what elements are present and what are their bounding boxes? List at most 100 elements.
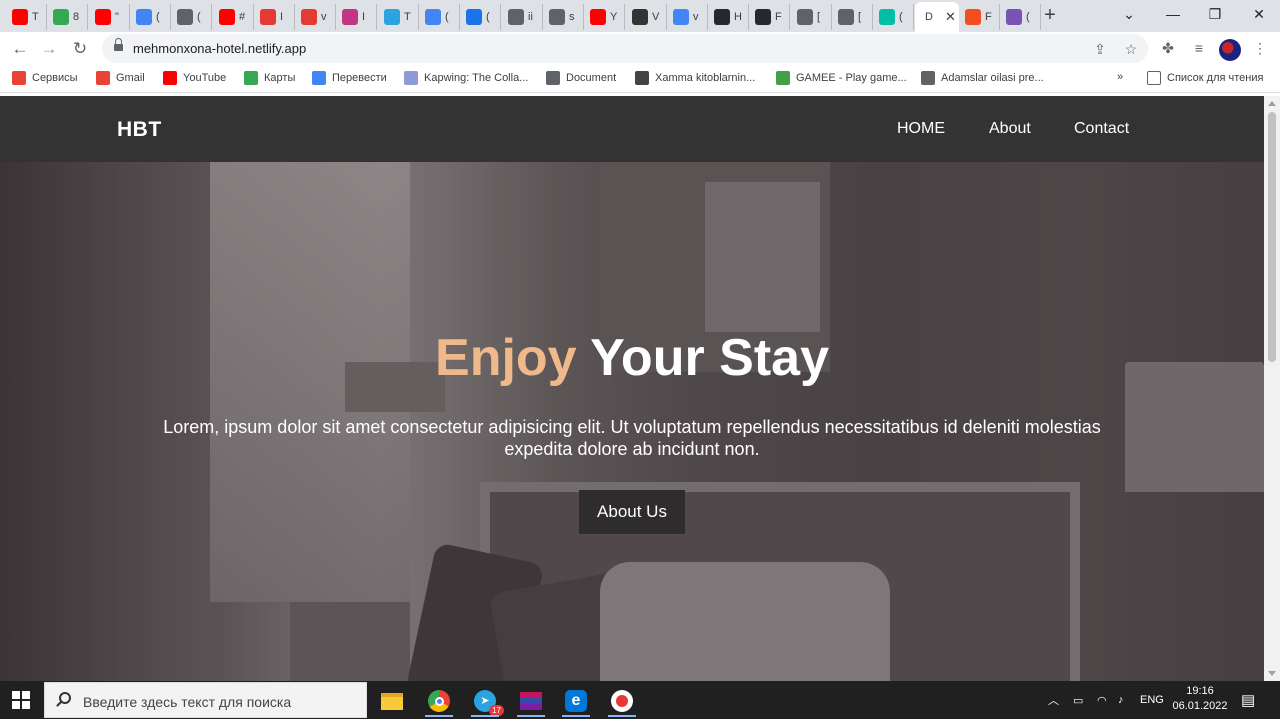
scrollbar-thumb[interactable] xyxy=(1268,112,1276,362)
browser-tab[interactable]: I xyxy=(254,4,295,30)
browser-tab[interactable]: ( xyxy=(419,4,460,30)
taskbar: Введите здесь текст для поиска ➤ 17 e ︿ … xyxy=(0,681,1280,719)
browser-tab[interactable]: T xyxy=(378,4,419,30)
browser-tab[interactable]: v xyxy=(667,4,708,30)
bookmark-item[interactable]: Сервисы xyxy=(12,71,78,85)
recorder-icon[interactable] xyxy=(602,685,642,717)
media-control-icon[interactable]: ≡ xyxy=(1191,40,1207,56)
chat-icon xyxy=(425,9,441,25)
browser-tab[interactable]: ( xyxy=(130,4,171,30)
browser-tab[interactable]: H xyxy=(708,4,749,30)
address-bar[interactable]: mehmonxona-hotel.netlify.app ⇪ ☆ xyxy=(102,34,1148,63)
close-window-button[interactable]: ✕ xyxy=(1249,4,1269,24)
profile-avatar[interactable] xyxy=(1219,39,1241,61)
wifi-icon[interactable]: ◠ xyxy=(1097,681,1107,719)
browser-tab[interactable]: [ xyxy=(791,4,832,30)
file-explorer-icon[interactable] xyxy=(372,685,412,717)
nav-link-home[interactable]: HOME xyxy=(897,120,945,138)
edge-legacy-icon[interactable]: e xyxy=(556,685,596,717)
bookmark-label: Карты xyxy=(264,72,296,84)
minimize-button[interactable]: — xyxy=(1163,4,1183,24)
bookmark-label: GAMEE - Play game... xyxy=(796,72,907,84)
tab-title: [ xyxy=(817,11,821,23)
toolbar: ← → ↻ mehmonxona-hotel.netlify.app ⇪ ☆ ✤… xyxy=(0,32,1280,65)
document-icon xyxy=(177,9,193,25)
hero-description: Lorem, ipsum dolor sit amet consectetur … xyxy=(163,417,1101,459)
site-logo[interactable]: HBT xyxy=(117,118,162,142)
browser-tab[interactable]: F xyxy=(959,4,1000,30)
language-indicator[interactable]: ENG xyxy=(1140,681,1164,719)
reload-icon[interactable]: ↻ xyxy=(69,38,91,60)
browser-tab[interactable]: v xyxy=(295,4,336,30)
new-tab-button[interactable]: + xyxy=(1040,5,1060,25)
hero-title-accent: Enjoy xyxy=(435,329,577,387)
windows-start-icon[interactable] xyxy=(12,691,30,709)
browser-tab[interactable]: # xyxy=(213,4,254,30)
bookmark-item[interactable]: YouTube xyxy=(163,71,226,85)
bookmark-item[interactable]: Document xyxy=(546,71,616,85)
scroll-up-arrow-icon[interactable] xyxy=(1268,101,1276,106)
bookmark-item[interactable]: Перевести xyxy=(312,71,387,85)
browser-tab[interactable]: " xyxy=(89,4,130,30)
browser-tab[interactable]: T xyxy=(6,4,47,30)
restore-button[interactable]: ❐ xyxy=(1205,4,1225,24)
taskbar-search-box[interactable]: Введите здесь текст для поиска xyxy=(44,682,367,718)
tab-title: ( xyxy=(445,11,449,23)
nav-link-contact[interactable]: Contact xyxy=(1074,120,1129,138)
about-us-button[interactable]: About Us xyxy=(579,490,685,534)
browser-tab[interactable]: s xyxy=(543,4,584,30)
tab-title: T xyxy=(32,11,39,23)
close-tab-icon[interactable]: ✕ xyxy=(945,9,956,25)
tab-title: s xyxy=(569,11,575,23)
winrar-icon[interactable] xyxy=(511,685,551,717)
forward-arrow-icon[interactable]: → xyxy=(38,38,60,60)
taskbar-search-placeholder: Введите здесь текст для поиска xyxy=(83,694,292,710)
bookmark-star-icon[interactable]: ☆ xyxy=(1123,41,1139,57)
tab-title: V xyxy=(652,11,660,23)
tab-title: [ xyxy=(858,11,862,23)
bookmark-item[interactable]: Kapwing: The Colla... xyxy=(404,71,528,85)
browser-tab[interactable]: 8 xyxy=(47,4,88,30)
tab-title: T xyxy=(404,11,411,23)
telegram-badge: 17 xyxy=(489,705,504,716)
browser-tab[interactable]: Y xyxy=(584,4,625,30)
gmail-icon xyxy=(96,71,110,85)
tab-search-icon[interactable]: ⌄ xyxy=(1119,4,1139,24)
scroll-down-arrow-icon[interactable] xyxy=(1268,671,1276,676)
menu-kebab-icon[interactable]: ⋮ xyxy=(1252,40,1268,56)
github-icon xyxy=(714,9,730,25)
browser-tab[interactable]: ii xyxy=(502,4,543,30)
apps-grid-icon xyxy=(12,71,26,85)
page-scrollbar[interactable] xyxy=(1264,96,1280,681)
bookmark-item[interactable]: Gmail xyxy=(96,71,145,85)
browser-tab[interactable]: F xyxy=(749,4,790,30)
telegram-icon[interactable]: ➤ 17 xyxy=(465,685,505,717)
browser-tab[interactable]: [ xyxy=(832,4,873,30)
bookmarks-more-button[interactable]: » xyxy=(1117,71,1123,83)
browser-tab[interactable]: ( xyxy=(873,4,914,30)
bookmark-item[interactable]: GAMEE - Play game... xyxy=(776,71,907,85)
battery-icon[interactable]: ▭ xyxy=(1073,681,1083,719)
extensions-puzzle-icon[interactable]: ✤ xyxy=(1160,40,1176,56)
browser-tab[interactable]: ( xyxy=(1000,4,1041,30)
reading-list-button[interactable]: Список для чтения xyxy=(1147,71,1263,85)
chrome-icon[interactable] xyxy=(419,685,459,717)
nav-link-about[interactable]: About xyxy=(989,120,1031,138)
system-clock[interactable]: 19:16 06.01.2022 xyxy=(1170,684,1230,714)
bookmark-item[interactable]: Xamma kitoblarnin... xyxy=(635,71,755,85)
browser-tab[interactable]: I xyxy=(336,4,377,30)
tray-chevron-icon[interactable]: ︿ xyxy=(1048,681,1059,719)
globe-icon xyxy=(838,9,854,25)
browser-tab[interactable]: V xyxy=(626,4,667,30)
browser-tab[interactable]: ( xyxy=(171,4,212,30)
browser-tab[interactable]: ( xyxy=(460,4,501,30)
bookmark-item[interactable]: Карты xyxy=(244,71,295,85)
tab-title: ( xyxy=(197,11,201,23)
back-arrow-icon[interactable]: ← xyxy=(9,38,31,60)
share-icon[interactable]: ⇪ xyxy=(1092,41,1108,57)
volume-icon[interactable]: ♪ xyxy=(1118,681,1124,719)
notifications-icon[interactable]: ▤ xyxy=(1241,681,1255,719)
browser-tab-active[interactable]: D ✕ xyxy=(915,2,959,32)
bookmark-item[interactable]: Adamslar oilasi pre... xyxy=(921,71,1044,85)
youtube-icon xyxy=(163,71,177,85)
